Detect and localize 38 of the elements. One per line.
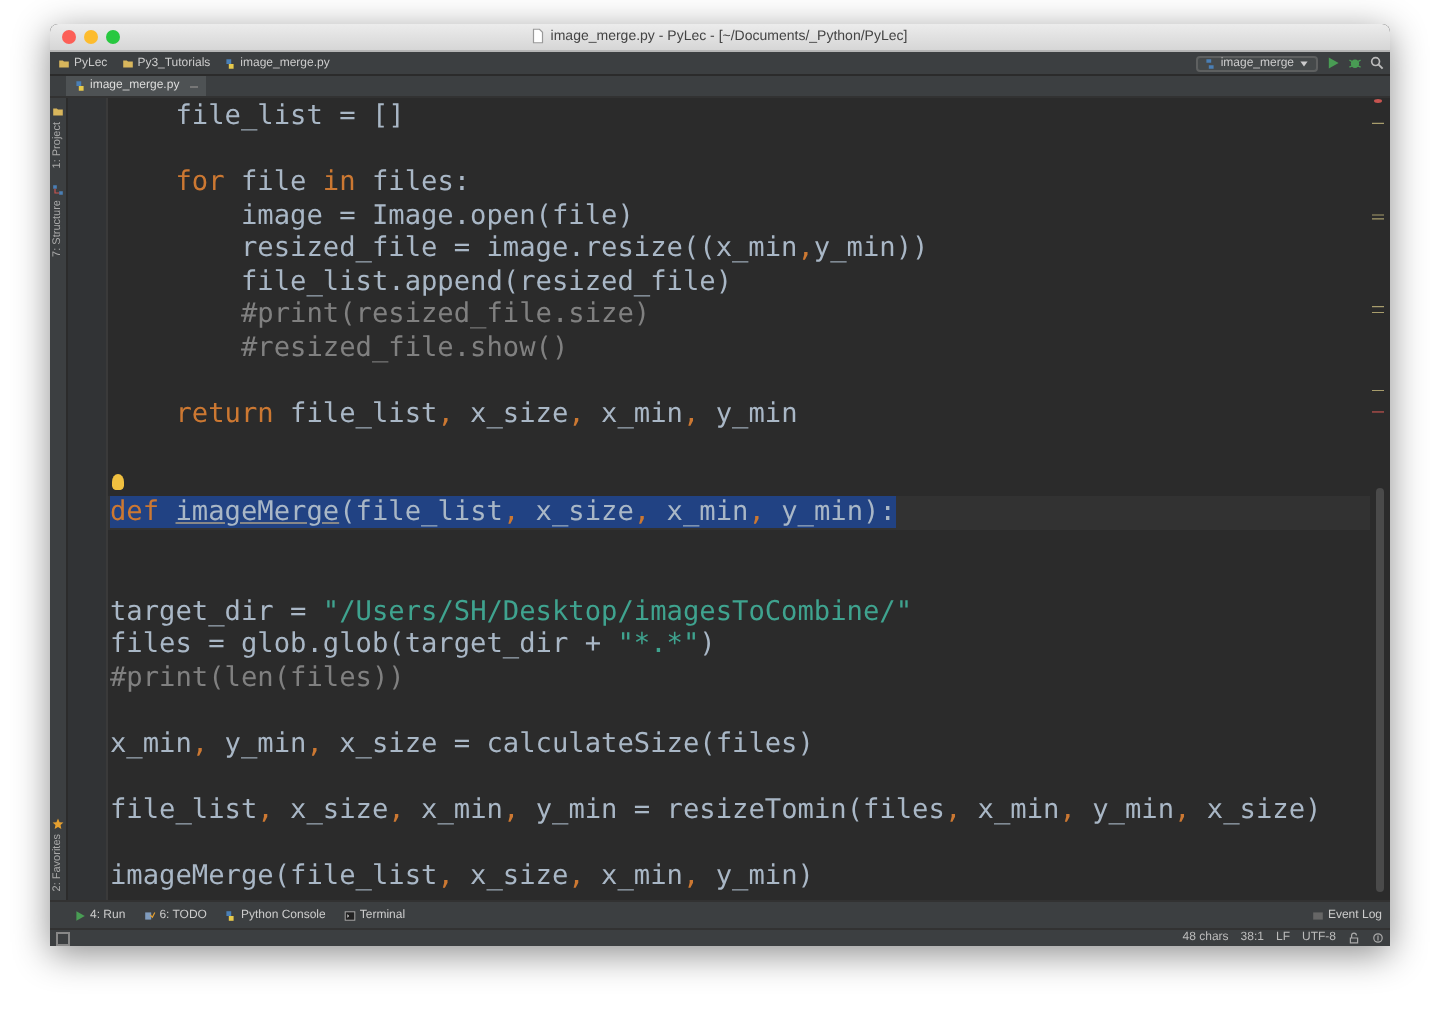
close-button[interactable] [62, 30, 76, 44]
star-icon [52, 818, 64, 831]
play-icon[interactable] [1326, 56, 1340, 70]
play-icon [74, 909, 86, 921]
zoom-button[interactable] [106, 30, 120, 44]
python-console-icon [224, 909, 237, 921]
panel-toggle-icon[interactable] [56, 931, 70, 945]
code-line: #print(len(files)) [110, 661, 405, 693]
python-file-icon [224, 57, 237, 69]
code-line: x_min, y_min, x_size = calculateSize(files) [110, 727, 814, 759]
python-file-icon [74, 80, 86, 92]
terminal-icon [343, 909, 356, 921]
python-file-icon [1204, 57, 1217, 69]
inspector-icon [1372, 932, 1384, 944]
caret-icon [1298, 57, 1310, 69]
folder-icon [121, 57, 134, 69]
code-line: file_list, x_size, x_min, y_min = resizeTomin(files, x_min, y_min, x_size) [110, 793, 1322, 825]
code-line: resized_file = image.resize((x_min,y_min)) [238, 232, 929, 264]
structure-icon [52, 184, 64, 197]
code-line: file_list.append(resized_file) [238, 265, 732, 297]
search-icon[interactable] [1370, 56, 1384, 70]
code-line: for file in files: [173, 166, 471, 198]
code-line: image = Image.open(file) [238, 199, 634, 231]
code-line: target_dir = "/Users/SH/Desktop/imagesToCombine/" [110, 595, 913, 627]
folder-icon [58, 57, 70, 69]
lock-icon [1348, 932, 1360, 944]
code-line: return file_list, x_size, x_min, y_min [173, 397, 798, 429]
code-line: files = glob.glob(target_dir + "*.*") [110, 628, 716, 660]
code-line: #print(resized_file.size) [238, 298, 651, 330]
folder-icon [52, 106, 64, 118]
event-log-icon [1311, 909, 1324, 921]
code-line: file_list = [] [173, 100, 405, 132]
lightbulb-icon[interactable] [112, 473, 124, 489]
code-line: #resized_file.show() [238, 331, 569, 363]
bug-icon[interactable] [1348, 56, 1362, 70]
file-icon [532, 28, 545, 44]
code-line: imageMerge(file_list, x_size, x_min, y_min) [110, 859, 814, 891]
todo-icon [143, 909, 156, 921]
